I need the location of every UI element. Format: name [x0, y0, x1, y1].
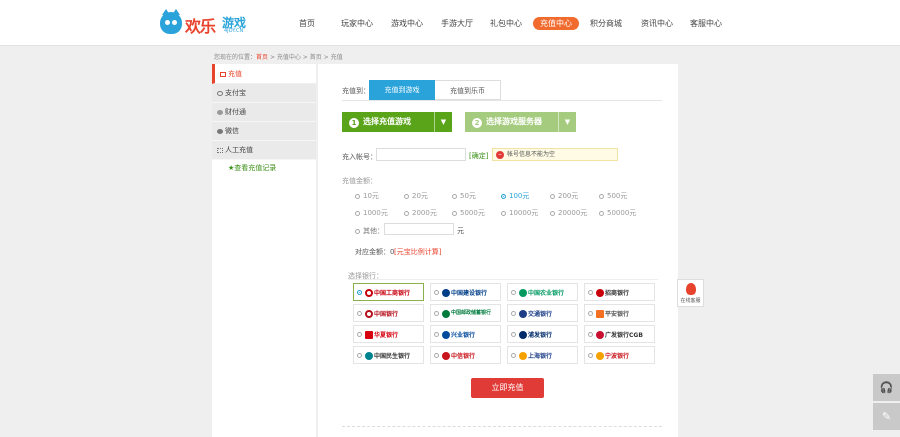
nav-mobile-games[interactable]: 手游大厅: [441, 17, 473, 30]
amount-option[interactable]: 10元: [355, 191, 379, 201]
bank-option-spdb[interactable]: 浦发银行: [507, 325, 578, 343]
bank-option-cmb[interactable]: 招商银行: [584, 283, 655, 301]
bank-option-cib[interactable]: 兴业银行: [430, 325, 501, 343]
bank-option-bos[interactable]: 上海银行: [507, 346, 578, 364]
chevron-down-icon: ▼: [558, 112, 576, 132]
select-game-dropdown[interactable]: 1 选择充值游戏 ▼: [342, 112, 452, 132]
headset-icon[interactable]: 🎧: [873, 374, 900, 401]
nav-service-center[interactable]: 客服中心: [690, 17, 722, 30]
bank-option-psbc[interactable]: 中国邮政储蓄银行: [430, 304, 501, 322]
tab-recharge-platform[interactable]: 充值到乐币: [435, 80, 501, 100]
bank-option-bocom[interactable]: 交通银行: [507, 304, 578, 322]
account-input[interactable]: [376, 148, 466, 161]
bank-option-citic[interactable]: 中信银行: [430, 346, 501, 364]
confirm-account-link[interactable]: [确定]: [469, 151, 488, 161]
nav-recharge-center[interactable]: 充值中心: [533, 17, 579, 30]
amount-option[interactable]: 50000元: [599, 208, 636, 218]
sidebar-item-recharge[interactable]: 充值: [212, 64, 316, 84]
nav-news-center[interactable]: 资讯中心: [641, 17, 673, 30]
bank-option-abc[interactable]: 中国农业银行: [507, 283, 578, 301]
nav-player-center[interactable]: 玩家中心: [341, 17, 373, 30]
sidebar-item-manual[interactable]: 人工充值: [212, 141, 316, 160]
amount-equivalent: 对应金额：0: [355, 248, 395, 256]
bank-option-boc[interactable]: 中国银行: [353, 304, 424, 322]
amount-option[interactable]: 50元: [452, 191, 476, 201]
site-header: 欢乐 游戏 4JOY.CN 首页 玩家中心 游戏中心 手游大厅 礼包中心 充值中…: [0, 0, 900, 46]
amount-option[interactable]: 10000元: [501, 208, 538, 218]
mascot-icon: [160, 9, 182, 34]
account-label: 充入帐号：: [342, 153, 377, 161]
bank-option-icbc[interactable]: 中国工商银行: [353, 283, 424, 301]
ratio-calc-link[interactable]: [元宝比例计算]: [394, 247, 441, 257]
grid-icon: [217, 147, 223, 153]
logo-domain: 4JOY.CN: [224, 28, 244, 34]
breadcrumb: 您现在的位置：首页 > 充值中心 > 首页 > 充值: [214, 54, 343, 61]
chevron-down-icon: ▼: [434, 112, 452, 132]
select-server-dropdown[interactable]: 2 选择游戏服务器 ▼: [465, 112, 576, 132]
tenpay-icon: [217, 109, 223, 115]
wechat-icon: [217, 128, 223, 134]
error-icon: –: [496, 151, 504, 159]
amount-unit: 元: [457, 227, 464, 235]
amount-other-option[interactable]: 其他：: [355, 226, 384, 236]
feedback-edit-icon[interactable]: ✎: [873, 403, 900, 430]
bank-option-hxb[interactable]: 华夏银行: [353, 325, 424, 343]
amount-label: 充值金额：: [342, 177, 377, 185]
submit-recharge-button[interactable]: 立即充值: [471, 378, 544, 398]
amount-other-input[interactable]: [384, 223, 454, 235]
site-logo[interactable]: 欢乐 游戏 4JOY.CN: [160, 9, 256, 36]
bank-option-cgb[interactable]: 广发银行CGB: [584, 325, 655, 343]
amount-option[interactable]: 200元: [550, 191, 578, 201]
amount-option[interactable]: 500元: [599, 191, 627, 201]
bank-option-cmbc[interactable]: 中国民生银行: [353, 346, 424, 364]
sidebar: 充值 支付宝 财付通 微信 人工充值 ★查看充值记录: [212, 64, 316, 437]
recharge-panel: 充值到： 充值到游戏 充值到乐币 1 选择充值游戏 ▼ 2 选择游戏服务器 ▼ 充入…: [318, 64, 678, 437]
sidebar-item-tenpay[interactable]: 财付通: [212, 103, 316, 122]
bank-option-nbcb[interactable]: 宁波银行: [584, 346, 655, 364]
amount-option[interactable]: 20000元: [550, 208, 587, 218]
bank-option-ccb[interactable]: 中国建设银行: [430, 283, 501, 301]
tabs-label: 充值到：: [342, 87, 370, 95]
sidebar-item-alipay[interactable]: 支付宝: [212, 84, 316, 103]
breadcrumb-home[interactable]: 首页: [256, 54, 268, 61]
amount-option-selected[interactable]: 100元: [501, 191, 529, 201]
amount-option[interactable]: 2000元: [404, 208, 437, 218]
nav-game-center[interactable]: 游戏中心: [391, 17, 423, 30]
amount-option[interactable]: 20元: [404, 191, 428, 201]
qq-penguin-icon: [685, 283, 696, 295]
card-icon: [220, 71, 226, 77]
bank-option-pingan[interactable]: 平安银行: [584, 304, 655, 322]
amount-option[interactable]: 5000元: [452, 208, 485, 218]
tab-recharge-game[interactable]: 充值到游戏: [369, 80, 435, 100]
account-warning: – 帐号信息不能为空: [492, 148, 618, 161]
amount-option[interactable]: 1000元: [355, 208, 388, 218]
sidebar-item-wechat[interactable]: 微信: [212, 122, 316, 141]
nav-home[interactable]: 首页: [299, 17, 315, 30]
nav-gift-center[interactable]: 礼包中心: [490, 17, 522, 30]
logo-text: 欢乐: [185, 17, 216, 36]
online-service-button[interactable]: 在线客服: [677, 279, 704, 307]
nav-points-mall[interactable]: 积分商城: [590, 17, 622, 30]
recharge-history-link[interactable]: ★查看充值记录: [212, 160, 316, 176]
alipay-icon: [217, 90, 223, 96]
